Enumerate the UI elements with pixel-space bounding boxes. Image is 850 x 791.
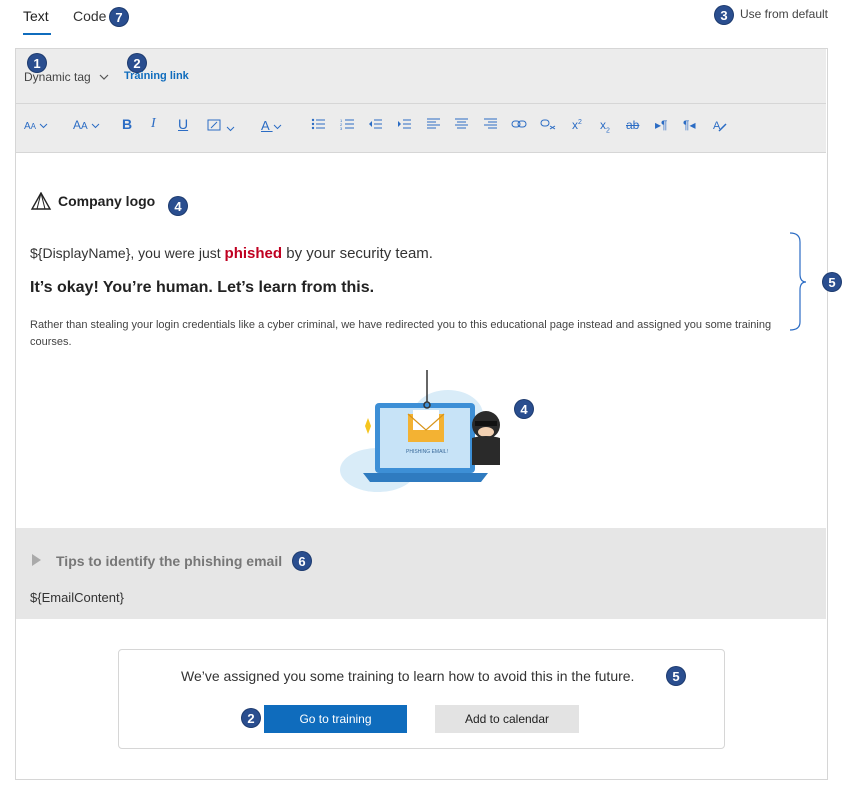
text-block-brace xyxy=(789,232,807,331)
align-right-icon[interactable] xyxy=(483,118,498,133)
use-from-default-link[interactable]: Use from default xyxy=(740,7,828,21)
bold-icon[interactable]: B xyxy=(122,116,132,132)
italic-icon[interactable]: I xyxy=(151,116,156,132)
callout-badge-card: 5 xyxy=(667,667,685,685)
callout-badge-illustration: 4 xyxy=(515,400,533,418)
rtl-icon[interactable]: ¶◂ xyxy=(683,118,695,132)
numbered-list-icon[interactable]: 123 xyxy=(340,118,355,133)
align-center-icon[interactable] xyxy=(454,118,469,133)
headline: It’s okay! You’re human. Let’s learn fro… xyxy=(30,279,375,296)
tab-code[interactable]: Code xyxy=(73,8,106,24)
explanation-paragraph: Rather than stealing your login credenti… xyxy=(30,319,772,348)
dynamic-tag-dropdown[interactable]: Dynamic tag xyxy=(24,70,109,84)
ltr-icon[interactable]: ▸¶ xyxy=(655,118,667,132)
company-logo-text: Company logo xyxy=(58,193,156,209)
subscript-icon[interactable]: x2 xyxy=(600,118,610,134)
font-size-icon[interactable]: AA xyxy=(24,118,48,132)
callout-badge-text-block: 5 xyxy=(823,273,841,291)
chevron-down-icon xyxy=(99,74,109,81)
callout-badge-logo: 4 xyxy=(169,197,187,215)
bullet-list-icon[interactable] xyxy=(311,118,326,133)
callout-badge-go-training: 2 xyxy=(242,709,260,727)
tent-logo-icon xyxy=(30,192,52,210)
superscript-icon[interactable]: x2 xyxy=(572,118,582,132)
callout-badge-code-tab: 7 xyxy=(110,8,128,26)
phished-highlight: phished xyxy=(224,245,283,262)
go-to-training-button[interactable]: Go to training xyxy=(264,705,407,733)
tips-title[interactable]: Tips to identify the phishing email xyxy=(56,553,282,569)
add-to-calendar-button[interactable]: Add to calendar xyxy=(435,705,579,733)
formatting-toolbar xyxy=(16,104,826,153)
active-tab-indicator xyxy=(23,33,51,35)
highlight-icon[interactable] xyxy=(207,118,235,135)
greeting-line: ${DisplayName}, you were just phished by… xyxy=(30,245,433,262)
callout-badge-use-default: 3 xyxy=(715,6,733,24)
expand-triangle-icon[interactable] xyxy=(32,554,41,566)
strikethrough-icon[interactable]: ab xyxy=(626,118,639,132)
email-content-placeholder: ${EmailContent} xyxy=(30,590,124,605)
align-left-icon[interactable] xyxy=(426,118,441,133)
phishing-illustration: PHISHING EMAIL! xyxy=(340,370,500,492)
greeting-prefix: ${DisplayName}, you were just xyxy=(30,245,225,261)
illustration-caption: PHISHING EMAIL! xyxy=(406,449,448,455)
increase-indent-icon[interactable] xyxy=(397,118,412,133)
dynamic-tag-label: Dynamic tag xyxy=(24,70,91,84)
underline-icon[interactable]: U xyxy=(178,116,188,132)
card-text: We’ve assigned you some training to lear… xyxy=(181,668,635,684)
font-color-icon[interactable]: A xyxy=(261,118,282,133)
clear-format-icon[interactable]: A xyxy=(712,118,727,135)
greeting-suffix: by your security team. xyxy=(282,245,433,262)
company-logo-row: Company logo xyxy=(30,192,155,210)
grow-font-icon[interactable]: AA xyxy=(73,118,100,132)
tips-section xyxy=(16,528,826,619)
training-link-button[interactable]: Training link xyxy=(124,70,189,82)
callout-badge-tips: 6 xyxy=(293,552,311,570)
unlink-icon[interactable] xyxy=(540,118,556,133)
svg-text:3: 3 xyxy=(340,126,343,130)
link-icon[interactable] xyxy=(511,118,527,133)
training-card xyxy=(118,649,725,749)
tab-text[interactable]: Text xyxy=(23,8,49,24)
decrease-indent-icon[interactable] xyxy=(368,118,383,133)
